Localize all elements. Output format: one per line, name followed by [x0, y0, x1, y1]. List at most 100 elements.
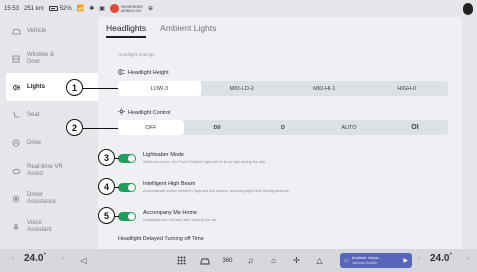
media-player[interactable]: ▭ Anytime, Anyw... Various Artists ▶	[340, 253, 412, 268]
toggle-knob	[128, 213, 135, 220]
headlight-icon	[11, 82, 21, 92]
airbag-icon	[109, 4, 119, 13]
sidebar-item-voice-assistant[interactable]: Voice Assistant	[6, 213, 98, 241]
lights-settings-panel: Headlights Ambient Lights Headlight Sett…	[98, 17, 462, 249]
driver-temperature-unit: °	[43, 253, 46, 259]
passenger-temperature-value: 24.0	[430, 253, 450, 264]
sidebar-item-vr-assist[interactable]: Real-time VR Assist	[6, 157, 98, 185]
sidebar-item-drive[interactable]: Drive	[6, 129, 98, 157]
callout-5: 5	[98, 207, 115, 224]
range-readout: 251 km	[24, 5, 44, 12]
callout-leader-4	[115, 187, 119, 189]
apps-grid-icon[interactable]	[176, 255, 187, 266]
accompany-me-home-toggle[interactable]	[118, 212, 136, 221]
intelligent-high-beam-row: Intelligent High Beam Automatically swit…	[118, 181, 290, 193]
sidebar-label: Driver Assistance	[27, 192, 57, 205]
control-option-position-lights[interactable]: D0	[184, 120, 250, 135]
bottom-dock: ‹ 24.0° › ◁ 360 ♫ ⌂ ✢ △ ▭ Anytime, Anyw.…	[0, 249, 477, 272]
tab-headlights[interactable]: Headlights	[106, 23, 147, 38]
voice-icon	[11, 222, 21, 232]
navigation-icon[interactable]: △	[314, 255, 325, 266]
airbag-line2: AIRBAG ON	[120, 8, 141, 13]
control-option-off[interactable]: OFF	[118, 120, 184, 135]
headlight-height-icon	[118, 69, 125, 77]
volume-icon[interactable]: ◁	[78, 255, 89, 266]
driver-temperature-value: 24.0	[24, 253, 44, 264]
callout-leader-1	[83, 88, 118, 90]
callout-3: 3	[98, 149, 115, 166]
headlight-delay-title: Headlight Delayed Turning off Time	[118, 236, 204, 242]
lightsaber-mode-title: Lightsaber Mode	[143, 152, 184, 158]
profile-icon[interactable]	[463, 3, 473, 15]
car-control-icon[interactable]	[199, 255, 210, 266]
signal-icon: 📶	[76, 6, 85, 12]
sidebar-label: Vehicle	[27, 27, 47, 34]
sidebar-label: Voice Assistant	[27, 220, 52, 233]
height-option-mid-hi-1[interactable]: MID-HI-1	[283, 81, 366, 96]
car-icon	[11, 26, 21, 36]
camera-icon: ▣	[99, 6, 105, 12]
temp-right-up-icon[interactable]: ›	[467, 256, 469, 262]
clock: 15:53	[4, 5, 20, 12]
music-icon[interactable]: ♫	[245, 255, 256, 266]
battery-percent: 52%	[59, 5, 72, 12]
temp-left-down-icon[interactable]: ‹	[12, 256, 14, 262]
height-option-low-3[interactable]: LOW-3	[118, 81, 201, 96]
callout-2: 2	[66, 119, 83, 136]
battery-indicator: 52%	[48, 5, 72, 12]
headlight-height-selector: LOW-3 MID-LO-2 MID-HI-1 HIGH-0	[118, 81, 448, 96]
settings-sidebar: Vehicle Window & Door Lights Seat Drive	[0, 17, 104, 249]
sidebar-item-lights[interactable]: Lights	[6, 73, 104, 101]
assist-icon	[11, 194, 21, 204]
sidebar-item-seat[interactable]: Seat	[6, 101, 98, 129]
sidebar-item-window-door[interactable]: Window & Door	[6, 45, 98, 73]
callout-4: 4	[98, 178, 115, 195]
sidebar-label: Drive	[27, 139, 42, 146]
intelligent-high-beam-desc: Automatically switch between high and lo…	[143, 189, 290, 193]
camera-360-icon[interactable]: 360	[222, 255, 233, 266]
ac-fan-icon[interactable]: ✢	[291, 255, 302, 266]
sidebar-label: Seat	[27, 111, 40, 118]
media-track-artist: Various Artists	[351, 259, 378, 265]
sidebar-label: Lights	[27, 83, 45, 90]
callout-1: 1	[66, 79, 83, 96]
callout-leader-5	[115, 216, 119, 218]
accompany-me-home-row: Accompany Me Home Headlights turn off la…	[118, 210, 217, 222]
door-icon	[11, 54, 21, 64]
height-option-high-0[interactable]: HIGH-0	[366, 81, 449, 96]
headlight-control-title: Headlight Control	[118, 108, 171, 117]
seatbelt-icon: ⊕	[148, 6, 154, 12]
play-icon[interactable]: ▶	[403, 257, 408, 264]
toggle-knob	[128, 184, 135, 191]
vr-icon	[11, 166, 21, 176]
intelligent-high-beam-title: Intelligent High Beam	[143, 181, 196, 187]
control-option-low-beam[interactable]: D	[250, 120, 316, 135]
passenger-airbag-status: PASSENGER AIRBAG ON	[109, 4, 143, 13]
lightsaber-mode-toggle[interactable]	[118, 154, 136, 163]
sidebar-item-vehicle[interactable]: Vehicle	[6, 17, 98, 45]
sidebar-item-driver-assistance[interactable]: Driver Assistance	[6, 185, 98, 213]
lightsaber-mode-desc: When turned on, the Front Position Light…	[143, 160, 266, 164]
settings-screen: 15:53 251 km 52% 📶 ✱ ▣ PASSENGER AIRBAG …	[0, 0, 477, 272]
battery-icon	[48, 6, 58, 11]
headlight-height-title: Headlight Height	[118, 69, 169, 77]
passenger-temperature: 24.0°	[430, 253, 452, 264]
headlight-control-label: Headlight Control	[128, 109, 171, 116]
control-option-auto[interactable]: AUTO	[316, 120, 382, 135]
tab-ambient-lights[interactable]: Ambient Lights	[160, 23, 216, 38]
temp-left-up-icon[interactable]: ›	[62, 256, 64, 262]
intelligent-high-beam-toggle[interactable]	[118, 183, 136, 192]
passenger-temperature-unit: °	[449, 253, 452, 259]
temp-right-down-icon[interactable]: ‹	[418, 256, 420, 262]
media-source-icon: ▭	[344, 257, 349, 264]
sun-icon	[118, 108, 125, 117]
lightsaber-mode-row: Lightsaber Mode When turned on, the Fron…	[118, 152, 266, 164]
sidebar-label: Window & Door	[27, 52, 55, 65]
home-icon[interactable]: ⌂	[268, 255, 279, 266]
tab-bar: Headlights Ambient Lights	[106, 23, 216, 38]
status-bar: 15:53 251 km 52% 📶 ✱ ▣ PASSENGER AIRBAG …	[0, 0, 477, 17]
control-option-fog-light[interactable]: OI	[382, 120, 448, 135]
section-subheading: Headlight Settings	[118, 52, 155, 57]
toggle-knob	[128, 155, 135, 162]
height-option-mid-lo-2[interactable]: MID-LO-2	[201, 81, 284, 96]
